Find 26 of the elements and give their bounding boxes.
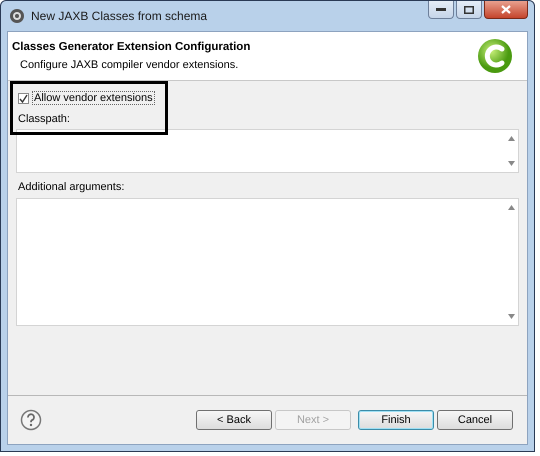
c-logo-icon <box>477 38 513 74</box>
maximize-icon <box>464 6 474 14</box>
page-title: Classes Generator Extension Configuration <box>12 41 250 53</box>
window-title: New JAXB Classes from schema <box>31 9 208 23</box>
help-icon[interactable] <box>20 409 42 431</box>
gear-icon <box>9 8 25 24</box>
close-button[interactable] <box>484 1 528 19</box>
additional-arguments-field[interactable] <box>16 198 519 326</box>
checkbox[interactable] <box>18 92 29 104</box>
wizard-button[interactable]: < Back <box>196 410 272 430</box>
classpath-label: Classpath: <box>18 113 71 125</box>
scroll-up-icon[interactable] <box>508 205 514 210</box>
maximize-button[interactable] <box>456 1 482 19</box>
vendor-extensions-checkbox[interactable]: Allow vendor extensions <box>18 91 519 105</box>
classpath-field[interactable] <box>16 129 519 173</box>
checkmark-icon <box>19 94 28 102</box>
scroll-down-icon[interactable] <box>508 314 514 319</box>
wizard-button[interactable]: Cancel <box>437 410 513 430</box>
additional-arguments-label: Additional arguments: <box>18 181 126 193</box>
minimize-button[interactable] <box>428 1 454 19</box>
page-description: Configure JAXB compiler vendor extensions. <box>20 59 240 71</box>
scroll-down-icon[interactable] <box>508 161 514 166</box>
wizard-button[interactable]: Finish <box>358 410 434 430</box>
minimize-icon <box>436 8 446 12</box>
scroll-up-icon[interactable] <box>508 136 514 141</box>
close-icon <box>501 5 511 14</box>
